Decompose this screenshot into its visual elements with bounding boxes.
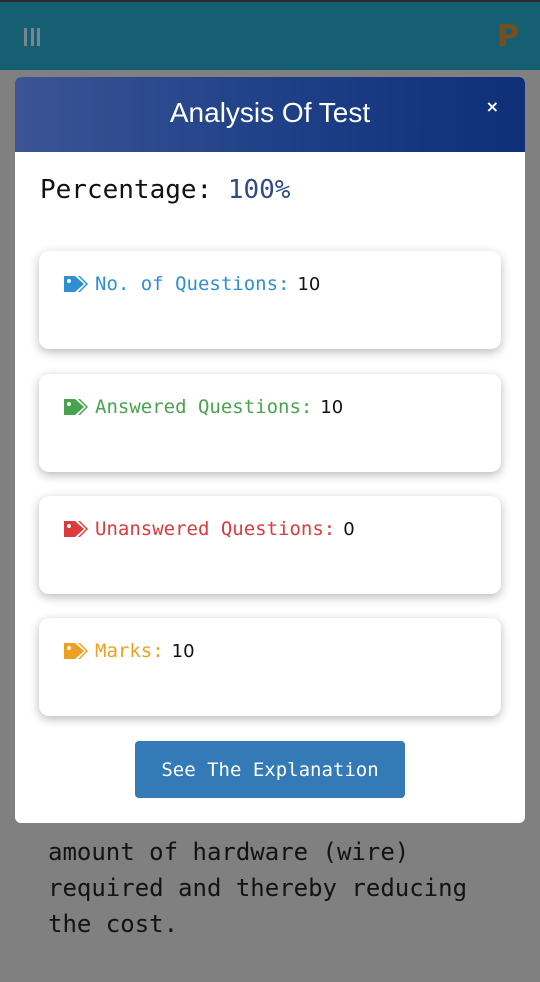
percentage-row: Percentage: 100%: [40, 175, 290, 205]
stat-label: No. of Questions:: [95, 273, 290, 295]
stat-label: Answered Questions:: [95, 396, 313, 418]
stat-value: 10: [320, 396, 344, 418]
modal-title: Analysis Of Test: [169, 97, 371, 128]
stat-card-answered: Answered Questions: 10: [39, 374, 501, 472]
stat-value: 0: [343, 518, 355, 540]
tag-icon: [64, 399, 88, 415]
stat-card-marks: Marks: 10: [39, 618, 501, 716]
stat-value: 10: [297, 273, 321, 295]
stat-card-questions: No. of Questions: 10: [39, 251, 501, 349]
percentage-value: 100%: [227, 175, 291, 205]
percentage-label: Percentage:: [40, 175, 213, 205]
stat-card-unanswered: Unanswered Questions: 0: [39, 496, 501, 594]
stat-label: Unanswered Questions:: [95, 518, 336, 540]
stat-label: Marks:: [95, 640, 164, 662]
modal-header: Analysis Of Test ×: [15, 77, 525, 152]
close-icon[interactable]: ×: [486, 97, 499, 116]
see-explanation-button[interactable]: See The Explanation: [135, 741, 405, 798]
tag-icon: [64, 643, 88, 659]
stat-value: 10: [171, 640, 195, 662]
tag-icon: [64, 521, 88, 537]
analysis-modal: Analysis Of Test × Percentage: 100% No. …: [15, 77, 525, 823]
tag-icon: [64, 276, 88, 292]
